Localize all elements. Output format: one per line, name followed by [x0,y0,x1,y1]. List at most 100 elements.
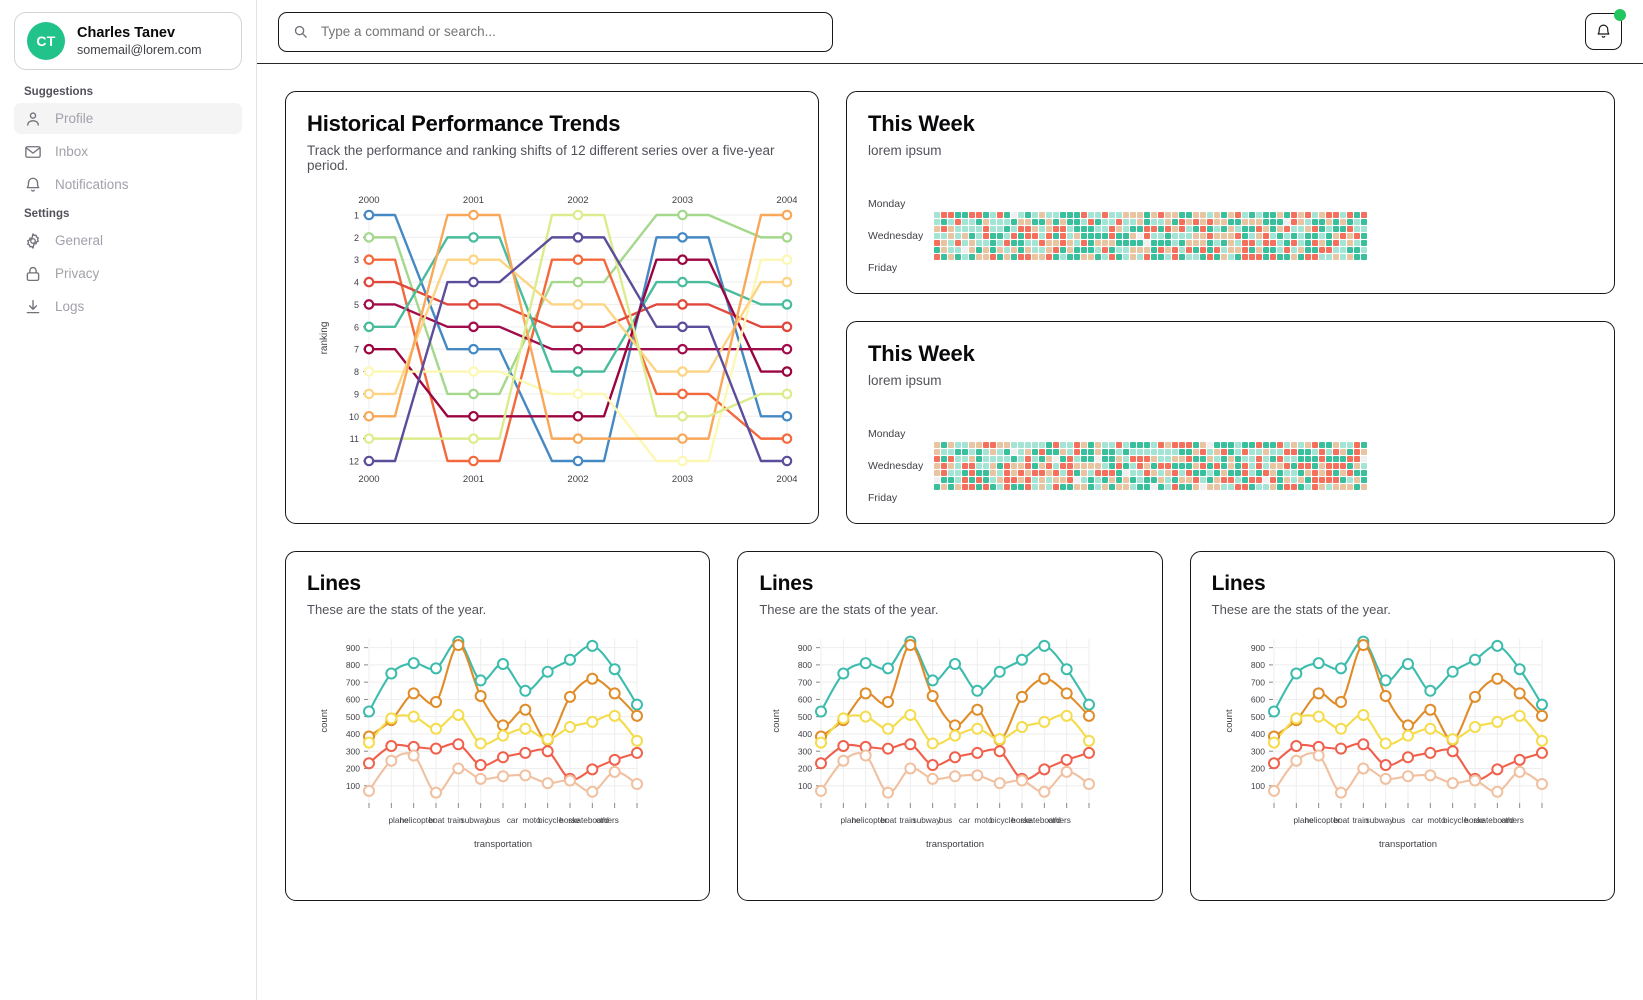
heatmap-cell[interactable] [1270,254,1276,261]
heatmap-cell[interactable] [1228,226,1234,233]
heatmap-cell[interactable] [1137,484,1143,491]
heatmap-cell[interactable] [1039,477,1045,484]
heatmap-cell[interactable] [1207,484,1213,491]
heatmap-cell[interactable] [1249,463,1255,470]
heatmap-cell[interactable] [1151,449,1157,456]
heatmap-cell[interactable] [1270,442,1276,449]
heatmap-cell[interactable] [1074,212,1080,219]
heatmap-cell[interactable] [1067,470,1073,477]
heatmap-cell[interactable] [969,456,975,463]
heatmap-cell[interactable] [1137,442,1143,449]
heatmap-cell[interactable] [983,484,989,491]
heatmap-cell[interactable] [1291,470,1297,477]
heatmap-cell[interactable] [1277,477,1283,484]
heatmap-cell[interactable] [1123,477,1129,484]
heatmap-cell[interactable] [1221,449,1227,456]
heatmap-cell[interactable] [1060,477,1066,484]
heatmap-cell[interactable] [1305,240,1311,247]
heatmap-cell[interactable] [1060,233,1066,240]
heatmap-cell[interactable] [1032,484,1038,491]
heatmap-cell[interactable] [1284,442,1290,449]
heatmap-cell[interactable] [1298,484,1304,491]
heatmap-cell[interactable] [1186,254,1192,261]
heatmap-cell[interactable] [955,247,961,254]
heatmap-cell[interactable] [1137,254,1143,261]
heatmap-cell[interactable] [1123,463,1129,470]
heatmap-cell[interactable] [1130,463,1136,470]
heatmap-cell[interactable] [1242,470,1248,477]
heatmap-cell[interactable] [1172,212,1178,219]
heatmap-cell[interactable] [1018,442,1024,449]
heatmap-cell[interactable] [1095,449,1101,456]
heatmap-cell[interactable] [997,247,1003,254]
heatmap-cell[interactable] [1081,233,1087,240]
heatmap-cell[interactable] [1305,456,1311,463]
heatmap-cell[interactable] [1242,477,1248,484]
heatmap-cell[interactable] [1347,247,1353,254]
heatmap-cell[interactable] [955,470,961,477]
heatmap-cell[interactable] [1235,449,1241,456]
heatmap-cell[interactable] [1312,254,1318,261]
heatmap-cell[interactable] [1291,240,1297,247]
heatmap-cell[interactable] [1291,233,1297,240]
heatmap-cell[interactable] [1032,449,1038,456]
heatmap-cell[interactable] [1060,442,1066,449]
heatmap-cell[interactable] [1025,254,1031,261]
heatmap-cell[interactable] [1088,219,1094,226]
heatmap-cell[interactable] [955,442,961,449]
heatmap-cell[interactable] [1319,254,1325,261]
heatmap-cell[interactable] [1123,484,1129,491]
heatmap-cell[interactable] [1039,254,1045,261]
heatmap-cell[interactable] [1102,449,1108,456]
heatmap-cell[interactable] [1081,477,1087,484]
heatmap-cell[interactable] [990,240,996,247]
heatmap-cell[interactable] [1214,226,1220,233]
heatmap-cell[interactable] [1116,240,1122,247]
heatmap-cell[interactable] [1004,484,1010,491]
heatmap-cell[interactable] [1340,470,1346,477]
heatmap-cell[interactable] [1270,470,1276,477]
heatmap-cell[interactable] [1060,484,1066,491]
heatmap-cell[interactable] [976,233,982,240]
heatmap-cell[interactable] [1291,219,1297,226]
heatmap-cell[interactable] [1333,240,1339,247]
heatmap-cell[interactable] [1137,212,1143,219]
heatmap-cell[interactable] [1312,449,1318,456]
heatmap-cell[interactable] [1025,233,1031,240]
heatmap-cell[interactable] [1305,477,1311,484]
heatmap-cell[interactable] [1046,212,1052,219]
heatmap-cell[interactable] [1067,477,1073,484]
heatmap-cell[interactable] [1242,212,1248,219]
heatmap-cell[interactable] [1305,219,1311,226]
heatmap-cell[interactable] [1235,477,1241,484]
heatmap-cell[interactable] [1228,470,1234,477]
heatmap-cell[interactable] [1270,463,1276,470]
heatmap-cell[interactable] [1074,463,1080,470]
heatmap-cell[interactable] [1312,484,1318,491]
heatmap-cell[interactable] [1277,240,1283,247]
heatmap-cell[interactable] [969,442,975,449]
heatmap-cell[interactable] [941,254,947,261]
heatmap-cell[interactable] [1039,463,1045,470]
heatmap-cell[interactable] [1249,484,1255,491]
heatmap-cell[interactable] [990,442,996,449]
heatmap-cell[interactable] [1228,449,1234,456]
heatmap-cell[interactable] [990,219,996,226]
heatmap-cell[interactable] [1340,442,1346,449]
heatmap-cell[interactable] [1144,484,1150,491]
heatmap-cell[interactable] [1326,442,1332,449]
heatmap-cell[interactable] [1165,212,1171,219]
heatmap-cell[interactable] [976,254,982,261]
heatmap-cell[interactable] [1025,477,1031,484]
heatmap-cell[interactable] [1326,233,1332,240]
heatmap-cell[interactable] [1011,484,1017,491]
heatmap-cell[interactable] [1361,442,1367,449]
heatmap-cell[interactable] [1228,254,1234,261]
heatmap-cell[interactable] [1319,449,1325,456]
heatmap-cell[interactable] [1354,212,1360,219]
heatmap-cell[interactable] [1018,254,1024,261]
heatmap-cell[interactable] [934,233,940,240]
heatmap-cell[interactable] [1039,219,1045,226]
heatmap-cell[interactable] [1193,240,1199,247]
heatmap-cell[interactable] [1354,456,1360,463]
